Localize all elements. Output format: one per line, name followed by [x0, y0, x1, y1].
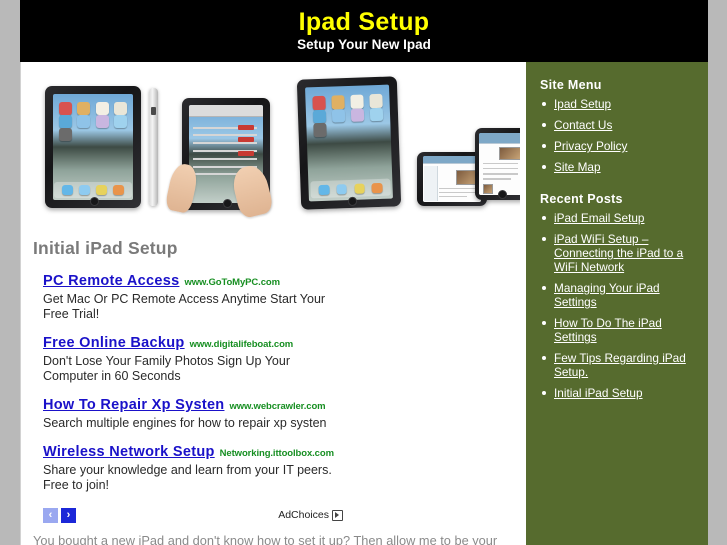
ipad-home-button-icon: [347, 196, 357, 207]
previous-ad-button[interactable]: ‹: [43, 507, 58, 523]
sidebar-item-contact-us[interactable]: Contact Us: [554, 118, 612, 132]
adchoices-triangle-icon: [332, 509, 343, 521]
sidebar-item-ipad-setup[interactable]: Ipad Setup: [554, 97, 611, 111]
site-tagline: Setup Your New Ipad: [297, 37, 431, 52]
list-item: Contact Us: [540, 118, 694, 132]
ipad-portrait-browser-icon: [475, 128, 520, 200]
ipad-dock: [54, 182, 132, 198]
ad-description: Search multiple engines for how to repai…: [43, 416, 327, 430]
ad-item: PC Remote Access www.GoToMyPC.com Get Mac…: [43, 273, 373, 322]
recent-post-how-to-do-ipad-settings[interactable]: How To Do The iPad Settings: [554, 316, 662, 344]
site-menu-heading: Site Menu: [540, 78, 602, 92]
post-body-text: You bought a new iPad and don't know how…: [33, 533, 498, 545]
page-root: Ipad Setup Setup Your New Ipad Initial i…: [0, 0, 727, 545]
main-content: Initial iPad Setup PC Remote Access www.G…: [20, 62, 526, 545]
ad-pagination: ‹ ›: [43, 507, 76, 523]
ad-url[interactable]: Networking.ittoolbox.com: [220, 448, 334, 459]
ad-headline: Wireless Network Setup Networking.ittoolb…: [43, 444, 373, 462]
ipad-screen: [52, 93, 134, 201]
ad-item: Wireless Network Setup Networking.ittoolb…: [43, 444, 373, 493]
recent-post-ipad-wifi-setup[interactable]: iPad WiFi Setup – Connecting the iPad to…: [554, 232, 683, 274]
sidebar: Site Menu Ipad Setup Contact Us Privacy …: [526, 62, 708, 545]
ipad-side-profile-icon: [149, 88, 158, 206]
ipad-dock: [309, 178, 392, 199]
ipad-front-portrait-icon: [45, 86, 141, 208]
ad-title-link[interactable]: PC Remote Access: [43, 273, 179, 289]
ad-footer: ‹ › AdChoices: [43, 506, 343, 524]
ad-title-link[interactable]: Wireless Network Setup: [43, 444, 215, 460]
sidebar-item-site-map[interactable]: Site Map: [554, 160, 601, 174]
ad-block: PC Remote Access www.GoToMyPC.com Get Mac…: [43, 273, 373, 493]
recent-posts-heading: Recent Posts: [540, 192, 623, 206]
site-header: Ipad Setup Setup Your New Ipad: [20, 0, 708, 62]
page-title: Initial iPad Setup: [33, 238, 178, 258]
ad-headline: How To Repair Xp Systen www.webcrawler.co…: [43, 397, 373, 415]
recent-post-initial-ipad-setup[interactable]: Initial iPad Setup: [554, 386, 643, 400]
adchoices-label: AdChoices: [278, 509, 329, 521]
ipad-home-button-icon: [497, 189, 507, 199]
ipad-app-grid: [59, 102, 127, 141]
ad-headline: Free Online Backup www.digitalifeboat.com: [43, 335, 373, 353]
ipad-web-screen: [422, 155, 482, 203]
ipad-web-screen: [479, 132, 520, 196]
sidebar-item-privacy-policy[interactable]: Privacy Policy: [554, 139, 627, 153]
ad-item: Free Online Backup www.digitalifeboat.com…: [43, 335, 373, 384]
list-item: Few Tips Regarding iPad Setup.: [540, 351, 694, 379]
ad-item: How To Repair Xp Systen www.webcrawler.co…: [43, 397, 373, 431]
ipad-home-button-icon: [89, 197, 99, 207]
recent-posts-list: iPad Email Setup iPad WiFi Setup – Conne…: [540, 211, 694, 400]
list-item: Ipad Setup: [540, 97, 694, 111]
list-item: Site Map: [540, 160, 694, 174]
ad-description: Share your knowledge and learn from your…: [43, 463, 332, 492]
ipad-tilted-home-icon: [296, 76, 402, 210]
ad-url[interactable]: www.digitalifeboat.com: [190, 339, 294, 350]
list-item: How To Do The iPad Settings: [540, 316, 694, 344]
ipad-banner-image: [27, 66, 520, 224]
site-title: Ipad Setup: [298, 8, 430, 36]
ipad-home-button-icon: [222, 199, 232, 209]
ad-url[interactable]: www.GoToMyPC.com: [184, 277, 280, 288]
ipad-app-grid: [312, 94, 384, 137]
list-item: Managing Your iPad Settings: [540, 281, 694, 309]
list-item: Privacy Policy: [540, 139, 694, 153]
ad-description: Get Mac Or PC Remote Access Anytime Star…: [43, 292, 326, 321]
recent-post-ipad-email-setup[interactable]: iPad Email Setup: [554, 211, 645, 225]
site-menu-list: Ipad Setup Contact Us Privacy Policy Sit…: [540, 97, 694, 174]
ad-headline: PC Remote Access www.GoToMyPC.com: [43, 273, 373, 291]
ad-title-link[interactable]: Free Online Backup: [43, 335, 185, 351]
ipad-screen: [305, 85, 393, 201]
next-ad-button[interactable]: ›: [61, 507, 76, 523]
ad-title-link[interactable]: How To Repair Xp Systen: [43, 397, 224, 413]
recent-post-managing-ipad-settings[interactable]: Managing Your iPad Settings: [554, 281, 660, 309]
adchoices-link[interactable]: AdChoices: [278, 509, 343, 521]
list-item: Initial iPad Setup: [540, 386, 694, 400]
ad-description: Don't Lose Your Family Photos Sign Up Yo…: [43, 354, 290, 383]
ad-url[interactable]: www.webcrawler.com: [229, 401, 325, 412]
recent-post-few-tips-ipad-setup[interactable]: Few Tips Regarding iPad Setup.: [554, 351, 686, 379]
list-item: iPad WiFi Setup – Connecting the iPad to…: [540, 232, 694, 274]
list-item: iPad Email Setup: [540, 211, 694, 225]
